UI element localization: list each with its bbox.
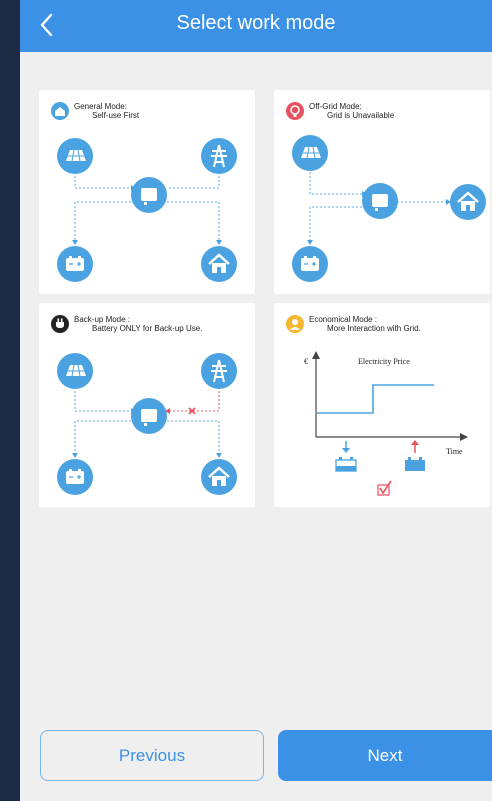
mode-description: Self-use First bbox=[92, 111, 140, 120]
inverter-icon bbox=[131, 398, 167, 434]
home-icon bbox=[450, 184, 486, 220]
previous-button[interactable]: Previous bbox=[40, 730, 264, 781]
mode-card-offgrid[interactable]: Off-Grid Mode: Grid is Unavailable bbox=[274, 90, 490, 294]
grid-tower-icon bbox=[201, 138, 237, 174]
electricity-price-chart: € Electricity Price Time bbox=[304, 351, 468, 496]
app-screen: Select work mode General Mode: Self-use F… bbox=[20, 0, 492, 801]
mode-name: General Mode: bbox=[74, 102, 127, 111]
next-button[interactable]: Next bbox=[278, 730, 492, 781]
battery-charge-icon bbox=[335, 441, 357, 472]
price-line bbox=[317, 384, 434, 414]
checkmark-icon bbox=[377, 480, 392, 496]
battery-icon bbox=[57, 246, 93, 282]
chart-title: Electricity Price bbox=[358, 357, 410, 366]
home-icon bbox=[201, 246, 237, 282]
battery-icon bbox=[57, 459, 93, 495]
solar-panel-icon bbox=[57, 353, 93, 389]
grid-tower-icon bbox=[201, 353, 237, 389]
inverter-icon bbox=[131, 177, 167, 213]
solar-panel-icon bbox=[57, 138, 93, 174]
mode-card-economical[interactable]: Economical Mode : More Interaction with G… bbox=[274, 303, 490, 507]
mode-name: Off-Grid Mode: bbox=[309, 102, 362, 111]
mode-header: Off-Grid Mode: Grid is Unavailable bbox=[286, 102, 394, 120]
mode-name: Back-up Mode : bbox=[74, 315, 131, 324]
battery-discharge-icon bbox=[405, 440, 425, 471]
battery-icon bbox=[292, 246, 328, 282]
y-unit-label: € bbox=[304, 357, 308, 366]
x-axis-label: Time bbox=[446, 447, 463, 456]
solar-panel-icon bbox=[292, 135, 328, 171]
home-icon bbox=[201, 459, 237, 495]
mode-header: General Mode: Self-use First bbox=[51, 102, 139, 120]
mode-description: Battery ONLY for Back-up Use. bbox=[92, 324, 203, 333]
mode-card-backup[interactable]: Back-up Mode : Battery ONLY for Back-up U… bbox=[39, 303, 255, 507]
inverter-icon bbox=[362, 183, 398, 219]
page-title: Select work mode bbox=[176, 12, 336, 34]
top-bar: Select work mode bbox=[20, 0, 492, 52]
mode-header: Back-up Mode : Battery ONLY for Back-up U… bbox=[51, 315, 202, 333]
backup-mode-icon bbox=[51, 315, 69, 333]
mode-card-general[interactable]: General Mode: Self-use First bbox=[39, 90, 255, 294]
mode-description: Grid is Unavailable bbox=[327, 111, 395, 120]
offgrid-mode-icon bbox=[286, 102, 304, 120]
general-mode-icon bbox=[51, 102, 69, 120]
